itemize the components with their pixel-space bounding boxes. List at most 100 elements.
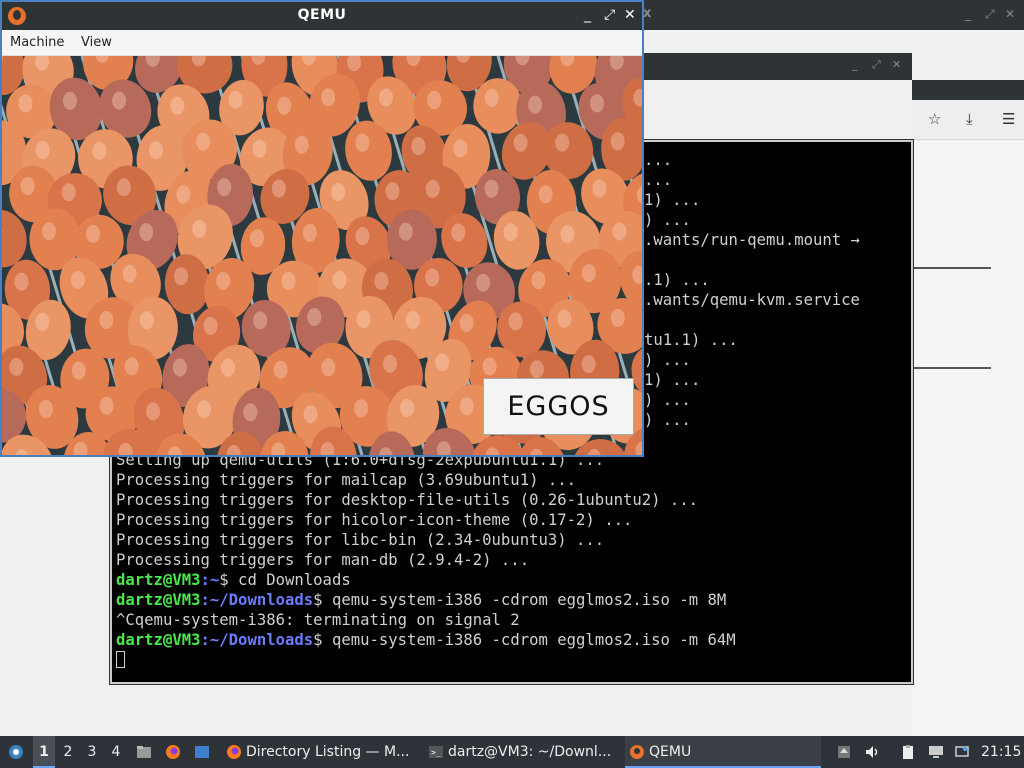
eggos-sign: EGGOS [483, 378, 634, 435]
star-icon[interactable]: ☆ [928, 110, 941, 128]
task-terminal[interactable]: >_ dartz@VM3: ~/Downl... [424, 736, 620, 768]
speaker-icon [866, 746, 878, 758]
egg-highlight [99, 396, 114, 415]
egg-highlight [476, 273, 491, 292]
background-window-titlebar[interactable]: _ ⤢ ✕ [640, 0, 1024, 30]
egg-highlight [253, 311, 268, 330]
terminal-fragment-line: ... [644, 151, 673, 169]
terminal-fragment-line: ) ... [644, 391, 691, 409]
egg-highlight [425, 268, 440, 287]
egg-highlight [503, 223, 518, 242]
file-manager-launcher[interactable] [134, 736, 158, 768]
close-icon[interactable]: ✕ [1005, 7, 1015, 21]
terminal-line: ^Cqemu-system-i386: terminating on signa… [116, 611, 520, 629]
egg-highlight [196, 132, 211, 151]
egg-highlight [307, 308, 322, 326]
terminal-line: Processing triggers for man-db (2.9.4-2)… [116, 551, 530, 569]
egg-highlight [192, 220, 207, 238]
clock[interactable]: 21:15 [981, 736, 1021, 768]
svg-text:>_: >_ [431, 748, 441, 757]
task-qemu[interactable]: QEMU [625, 736, 821, 768]
egg-highlight [555, 133, 570, 152]
egg-highlight [612, 222, 627, 241]
start-menu-button[interactable] [4, 736, 28, 768]
workspace-1[interactable]: 1 [33, 736, 55, 768]
task-label: QEMU [649, 744, 692, 760]
qemu-window[interactable]: QEMU _ ⤢ ✕ Machine View EGGOS [0, 0, 644, 457]
egg-highlight [294, 135, 309, 154]
terminal-fragment-line: tu1.1) ... [644, 331, 738, 349]
tray-clipboard[interactable] [898, 736, 920, 768]
tray-updates[interactable] [834, 736, 854, 768]
tray-screen[interactable] [926, 736, 948, 768]
egg-highlight [482, 357, 497, 376]
tray-volume[interactable] [862, 736, 882, 768]
egg-highlight [332, 270, 347, 289]
egg-highlight [9, 357, 24, 376]
egg-highlight [451, 223, 466, 242]
egg-highlight [217, 178, 232, 197]
firefox-launcher[interactable] [163, 736, 187, 768]
terminal-fragment-line: .wants/run-qemu.mount → [644, 231, 860, 249]
workspace-4[interactable]: 4 [105, 736, 127, 768]
egg-highlight [197, 400, 212, 419]
terminal-line: dartz@VM3:~$ cd Downloads [116, 570, 736, 590]
maximize-icon[interactable]: ⤢ [604, 7, 615, 23]
qemu-menubar: Machine View [2, 30, 642, 56]
terminal-fragment-line: ) ... [644, 351, 691, 369]
terminal-line: Processing triggers for hicolor-icon-the… [116, 511, 633, 529]
egg-highlight [35, 141, 50, 159]
egg-highlight [425, 179, 440, 198]
terminal-line: Processing triggers for mailcap (3.69ubu… [116, 471, 577, 489]
minimize-icon[interactable]: _ [584, 7, 591, 23]
menu-icon[interactable]: ☰ [1002, 110, 1015, 128]
firefox-icon [166, 745, 180, 759]
egg-highlight [400, 399, 414, 417]
egg-highlight [99, 311, 114, 329]
menu-view[interactable]: View [81, 35, 112, 50]
prompt-command: $ cd Downloads [219, 571, 351, 589]
minimize-icon[interactable]: _ [965, 7, 971, 21]
task-browser[interactable]: Directory Listing — M... [222, 736, 418, 768]
egg-highlight [149, 141, 163, 160]
taskbar: 1 2 3 4 Directory Listing — M... >_ dart… [0, 736, 1024, 768]
egg-highlight [71, 361, 86, 380]
window-launcher[interactable] [192, 736, 216, 768]
menu-machine[interactable]: Machine [10, 35, 64, 50]
qemu-titlebar[interactable]: QEMU _ ⤢ ✕ [2, 2, 642, 30]
egg-highlight [355, 227, 370, 246]
egg-highlight [529, 360, 544, 379]
close-icon[interactable]: ✕ [892, 58, 901, 71]
egg-highlight [273, 360, 288, 379]
egg-highlight [216, 271, 231, 290]
prompt-path: :~ [200, 571, 220, 589]
egg-highlight [453, 139, 468, 158]
terminal-fragment-line: 1) ... [644, 371, 701, 389]
egg-highlight [592, 179, 607, 198]
egg-highlight [20, 177, 35, 195]
egg-highlight [228, 90, 243, 109]
workspace-3[interactable]: 3 [81, 736, 103, 768]
maximize-icon[interactable]: ⤢ [872, 58, 881, 72]
minimize-icon[interactable]: _ [852, 58, 858, 71]
task-label: Directory Listing — M... [246, 744, 410, 760]
terminal-fragment-line: ) ... [644, 211, 691, 229]
qemu-guest-display[interactable]: EGGOS [2, 56, 642, 455]
terminal-line: dartz@VM3:~/Downloads$ qemu-system-i386 … [116, 590, 736, 610]
egg-highlight [303, 405, 318, 424]
terminal-input-line[interactable] [116, 650, 736, 670]
egg-highlight [172, 358, 187, 377]
browser-navbar: ☆ ⤓ ☰ [912, 100, 1024, 140]
egg-highlight [252, 139, 267, 158]
clipboard-icon [903, 745, 913, 759]
browser-titlebar[interactable]: _ ⤢ ✕ [640, 53, 912, 80]
background-close-glyph: x [643, 6, 652, 21]
egg-highlight [86, 224, 100, 243]
task-label: dartz@VM3: ~/Downl... [448, 744, 612, 760]
close-icon[interactable]: ✕ [624, 7, 636, 23]
tray-network[interactable] [952, 736, 974, 768]
download-icon[interactable]: ⤓ [966, 110, 973, 128]
egg-highlight [42, 222, 56, 241]
workspace-2[interactable]: 2 [57, 736, 79, 768]
maximize-icon[interactable]: ⤢ [985, 7, 995, 22]
